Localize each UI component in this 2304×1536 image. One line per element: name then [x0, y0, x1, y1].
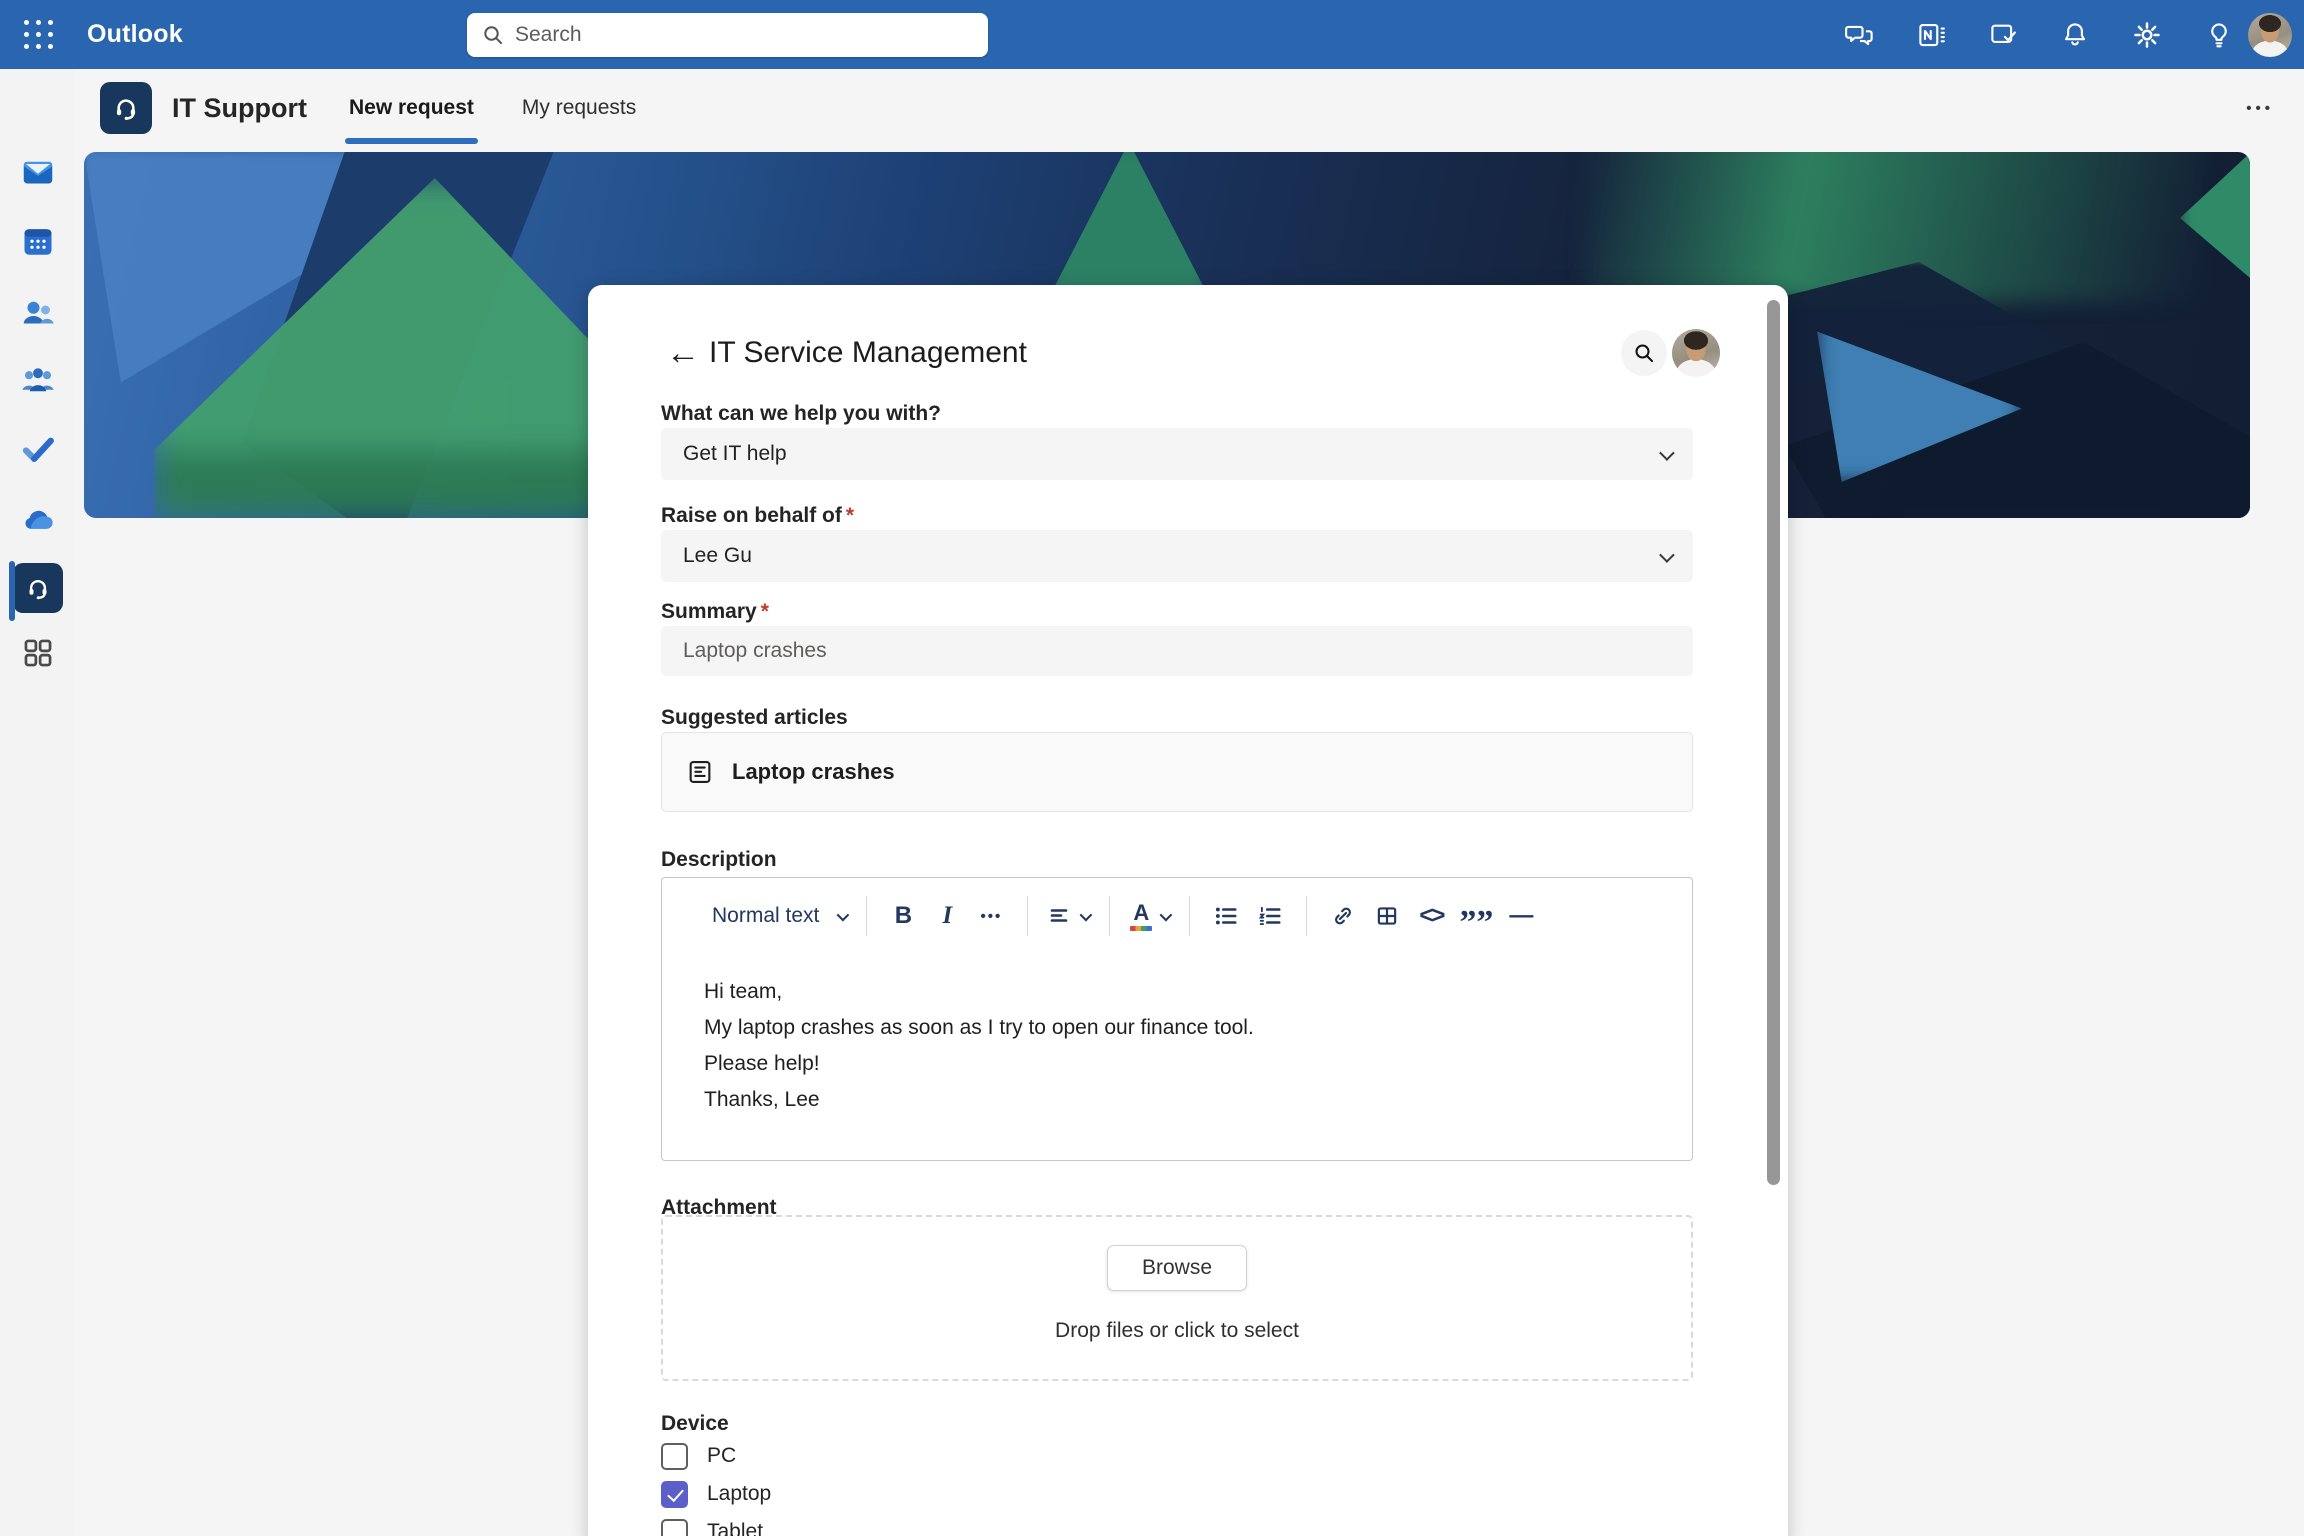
chevron-down-icon	[1080, 908, 1093, 921]
code-block-button[interactable]: <>	[1409, 894, 1453, 938]
article-document-icon	[686, 758, 714, 786]
behalf-select[interactable]: Lee Gu	[661, 530, 1693, 582]
attachment-dropzone[interactable]: Browse Drop files or click to select	[661, 1215, 1693, 1381]
editor-toolbar: Normal text B I ••• A	[696, 890, 1543, 942]
panel-avatar[interactable]	[1672, 329, 1720, 377]
chevron-down-icon	[1659, 547, 1675, 563]
rail-item-groups[interactable]	[0, 352, 75, 408]
link-icon	[1330, 903, 1356, 929]
device-field-label: Device	[661, 1412, 1693, 1436]
selected-app-indicator	[9, 561, 15, 621]
insert-table-button[interactable]	[1365, 894, 1409, 938]
it-support-header: IT Support New request My requests •••	[75, 69, 2304, 147]
page-title: IT Service Management	[709, 329, 1027, 377]
card-scrollbar[interactable]	[1767, 300, 1780, 1185]
device-option-laptop[interactable]: Laptop	[661, 1478, 1061, 1510]
app-launcher-waffle-icon[interactable]	[20, 16, 58, 54]
text-color-icon: A	[1130, 902, 1152, 931]
suggested-articles-label: Suggested articles	[661, 706, 1693, 730]
divider-button[interactable]: —	[1499, 894, 1543, 938]
bullet-list-icon	[1213, 903, 1239, 929]
more-apps-grid-icon	[21, 636, 55, 670]
request-form-card: ← IT Service Management What can we help…	[588, 285, 1788, 1536]
table-icon	[1374, 903, 1400, 929]
behalf-field-label: Raise on behalf of*	[661, 504, 1693, 528]
outlook-window: Outlook	[0, 0, 2304, 1536]
help-field-label: What can we help you with?	[661, 402, 1693, 426]
mail-icon	[20, 155, 56, 191]
tab-new-request[interactable]: New request	[345, 69, 478, 147]
panel-search-button[interactable]	[1621, 330, 1667, 376]
description-text[interactable]: Hi team, My laptop crashes as soon as I …	[704, 974, 1644, 1118]
calendar-icon	[20, 224, 56, 260]
help-select[interactable]: Get IT help	[661, 428, 1693, 480]
app-rail	[0, 69, 75, 1536]
bullet-list-button[interactable]	[1204, 894, 1248, 938]
numbered-list-button[interactable]	[1248, 894, 1292, 938]
numbered-list-icon	[1257, 903, 1283, 929]
checkbox-tablet[interactable]	[661, 1519, 688, 1536]
search-input[interactable]	[515, 23, 974, 47]
topbar: Outlook	[0, 0, 2304, 69]
search-icon	[1632, 341, 1656, 365]
onedrive-cloud-icon	[19, 501, 57, 539]
alignment-dropdown[interactable]	[1042, 894, 1095, 938]
groups-icon	[20, 362, 56, 398]
checkbox-laptop[interactable]	[661, 1481, 688, 1508]
it-support-headset-icon	[13, 563, 63, 613]
align-left-icon	[1048, 904, 1072, 928]
app-title: IT Support	[172, 69, 307, 147]
description-field-label: Description	[661, 848, 1693, 872]
back-arrow-icon[interactable]: ←	[661, 331, 705, 375]
feedback-chat-icon[interactable]	[1838, 14, 1880, 56]
rich-text-editor: Normal text B I ••• A	[661, 877, 1693, 1161]
quote-button[interactable]: ””	[1453, 894, 1499, 938]
more-options-icon[interactable]: •••	[2246, 69, 2274, 147]
it-support-app-icon	[100, 82, 152, 134]
app-tabs: New request My requests	[345, 69, 640, 147]
text-color-dropdown[interactable]: A	[1124, 894, 1175, 938]
global-search[interactable]	[467, 13, 988, 57]
notifications-bell-icon[interactable]	[2054, 14, 2096, 56]
device-option-tablet[interactable]: Tablet	[661, 1516, 1061, 1536]
checkbox-pc[interactable]	[661, 1443, 688, 1470]
chevron-down-icon	[1160, 908, 1173, 921]
rail-item-mail[interactable]	[0, 145, 75, 201]
tab-my-requests[interactable]: My requests	[518, 69, 640, 147]
chevron-down-icon	[1659, 445, 1675, 461]
account-avatar[interactable]	[2248, 13, 2292, 57]
insert-link-button[interactable]	[1321, 894, 1365, 938]
panel-header: ← IT Service Management	[661, 329, 1693, 377]
rail-item-calendar[interactable]	[0, 214, 75, 270]
dropzone-hint-text: Drop files or click to select	[663, 1319, 1691, 1343]
rail-item-onedrive[interactable]	[0, 492, 75, 548]
rail-item-people[interactable]	[0, 285, 75, 341]
rail-item-more-apps[interactable]	[0, 625, 75, 681]
rail-item-todo[interactable]	[0, 421, 75, 477]
search-icon	[481, 23, 505, 47]
settings-gear-icon[interactable]	[2126, 14, 2168, 56]
topbar-icons	[1838, 0, 2240, 69]
onenote-icon[interactable]	[1910, 14, 1952, 56]
italic-button[interactable]: I	[925, 894, 969, 938]
suggested-article-item[interactable]: Laptop crashes	[661, 732, 1693, 812]
people-icon	[20, 295, 56, 331]
tips-lightbulb-icon[interactable]	[2198, 14, 2240, 56]
bold-button[interactable]: B	[881, 894, 925, 938]
todo-check-icon	[20, 431, 56, 467]
browse-button[interactable]: Browse	[1107, 1245, 1247, 1291]
text-style-dropdown[interactable]: Normal text	[696, 894, 852, 938]
outlook-wordmark: Outlook	[87, 0, 183, 69]
todo-tasks-icon[interactable]	[1982, 14, 2024, 56]
more-formatting-button[interactable]: •••	[969, 894, 1013, 938]
summary-field-label: Summary*	[661, 600, 1693, 624]
device-option-pc[interactable]: PC	[661, 1440, 1061, 1472]
summary-input[interactable]	[661, 626, 1693, 676]
chevron-down-icon	[837, 908, 850, 921]
